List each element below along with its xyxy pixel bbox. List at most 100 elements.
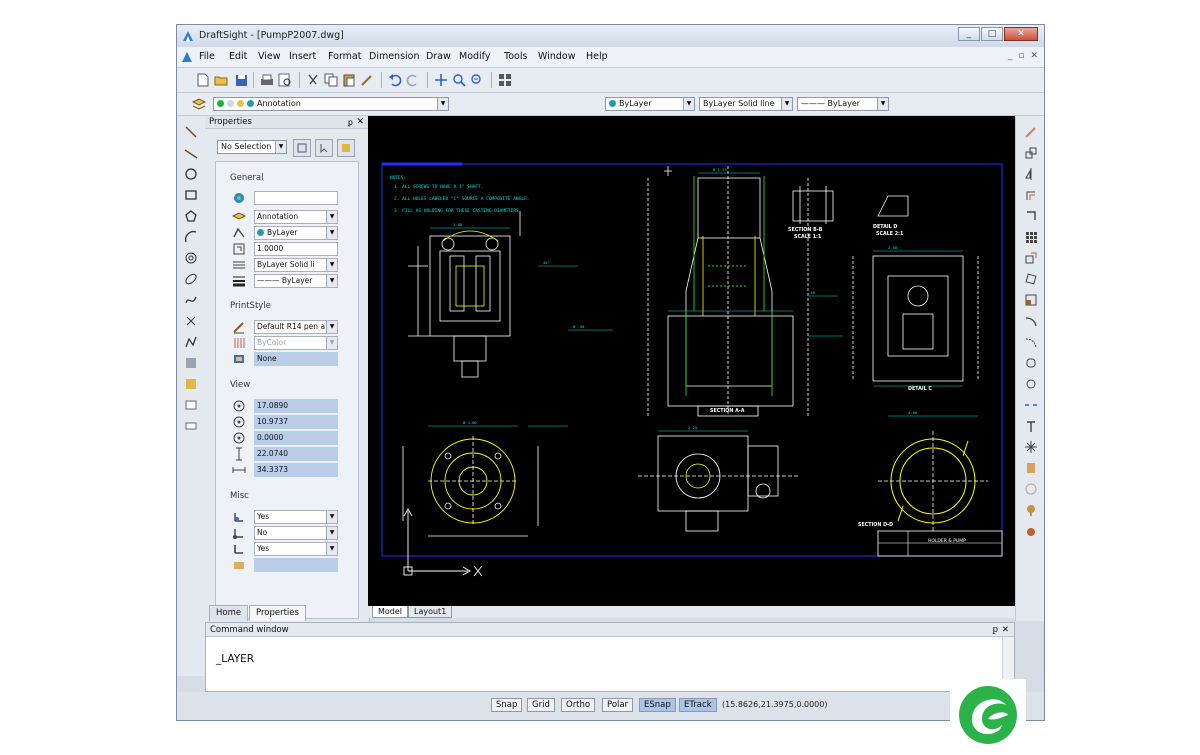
- fillet-icon[interactable]: [1023, 376, 1039, 392]
- circle-tool-icon[interactable]: [183, 166, 199, 182]
- color-combo[interactable]: ByLayer ▼: [605, 97, 695, 111]
- chevron-down-icon[interactable]: ▼: [437, 98, 448, 110]
- edit-spline-icon[interactable]: [1023, 523, 1039, 539]
- document-icon[interactable]: [181, 51, 193, 63]
- paste-icon[interactable]: [341, 72, 357, 88]
- polar-toggle[interactable]: Polar: [602, 698, 634, 712]
- property-printattached-value[interactable]: None: [254, 352, 338, 366]
- print-preview-icon[interactable]: [277, 72, 293, 88]
- doc-restore-button[interactable]: ▫: [1018, 51, 1024, 61]
- tab-properties[interactable]: Properties: [249, 605, 306, 621]
- grid-toggle[interactable]: Grid: [527, 698, 555, 712]
- menu-dimension[interactable]: Dimension: [369, 51, 420, 62]
- array-icon[interactable]: [1023, 229, 1039, 245]
- join-icon[interactable]: [1023, 439, 1039, 455]
- tab-model[interactable]: Model: [372, 606, 409, 618]
- misc-ucs-icon-on-value[interactable]: Yes ▼: [254, 510, 338, 524]
- move-icon[interactable]: [1023, 250, 1039, 266]
- break-icon[interactable]: [1023, 397, 1039, 413]
- chevron-down-icon[interactable]: ▼: [326, 321, 337, 333]
- match-properties-icon[interactable]: [359, 72, 375, 88]
- menu-file[interactable]: File: [199, 51, 215, 62]
- chevron-down-icon[interactable]: ▼: [275, 141, 286, 153]
- selection-combo[interactable]: No Selection ▼: [217, 140, 287, 154]
- property-color-value[interactable]: [254, 191, 338, 205]
- redo-icon[interactable]: [405, 72, 421, 88]
- doc-close-button[interactable]: ✕: [1030, 51, 1038, 61]
- quick-select-icon[interactable]: [293, 139, 311, 157]
- property-lineweight-value[interactable]: ——— ByLayer ▼: [254, 274, 338, 288]
- rotate-icon[interactable]: [1023, 271, 1039, 287]
- tab-home[interactable]: Home: [209, 605, 249, 621]
- table-tool-icon[interactable]: [183, 418, 199, 434]
- layer-manager-icon[interactable]: [191, 96, 207, 112]
- hatch-tool-icon[interactable]: [183, 355, 199, 371]
- menu-tools[interactable]: Tools: [504, 51, 527, 62]
- print-icon[interactable]: [259, 72, 275, 88]
- menu-window[interactable]: Window: [538, 51, 575, 62]
- donut-tool-icon[interactable]: [183, 250, 199, 266]
- view-center-x-value[interactable]: 17.0890: [254, 399, 338, 413]
- close-icon[interactable]: ✕: [1002, 623, 1009, 637]
- chevron-down-icon[interactable]: ▼: [683, 98, 694, 110]
- misc-ucs-name-value[interactable]: [254, 558, 338, 572]
- menu-draw[interactable]: Draw: [426, 51, 451, 62]
- rectangle-tool-icon[interactable]: [183, 187, 199, 203]
- text-tool-icon[interactable]: [183, 397, 199, 413]
- chevron-down-icon[interactable]: ▼: [877, 98, 888, 110]
- new-file-icon[interactable]: [195, 72, 211, 88]
- etrack-toggle[interactable]: ETrack: [679, 698, 717, 712]
- menu-edit[interactable]: Edit: [229, 51, 247, 62]
- copy-icon[interactable]: [323, 72, 339, 88]
- save-icon[interactable]: [233, 72, 249, 88]
- layer-combo[interactable]: Annotation ▼: [213, 97, 449, 111]
- minimize-button[interactable]: _: [958, 27, 980, 41]
- properties-grid-icon[interactable]: [497, 72, 513, 88]
- close-button[interactable]: ✕: [1004, 27, 1038, 41]
- chevron-down-icon[interactable]: ▼: [326, 211, 337, 223]
- misc-ucs-origin-value[interactable]: No ▼: [254, 526, 338, 540]
- arc-tool-icon[interactable]: [183, 229, 199, 245]
- chevron-down-icon[interactable]: ▼: [326, 275, 337, 287]
- drawing-canvas[interactable]: NOTES: 1. ALL SCREWS TO HAVE A 1" SHAFT.…: [368, 116, 1015, 606]
- pattern-icon[interactable]: [1023, 208, 1039, 224]
- zoom-window-icon[interactable]: [451, 72, 467, 88]
- pin-icon[interactable]: ꝑ: [348, 116, 353, 129]
- cut-icon[interactable]: [305, 72, 321, 88]
- chevron-down-icon[interactable]: ▼: [781, 98, 792, 110]
- linestyle-combo[interactable]: ByLayer Solid line ▼: [699, 97, 793, 111]
- doc-minimize-button[interactable]: _: [1008, 51, 1013, 61]
- polyline-tool-icon[interactable]: [183, 334, 199, 350]
- property-linetype-value[interactable]: ByLayer Solid li ▼: [254, 258, 338, 272]
- maximize-button[interactable]: □: [981, 27, 1003, 41]
- line-tool-icon[interactable]: [183, 124, 199, 140]
- property-linestyle-value[interactable]: ByLayer ▼: [254, 226, 338, 240]
- chevron-down-icon[interactable]: ▼: [326, 259, 337, 271]
- close-icon[interactable]: ✕: [356, 116, 364, 129]
- menu-insert[interactable]: Insert: [289, 51, 316, 62]
- view-height-value[interactable]: 22.0740: [254, 447, 338, 461]
- chevron-down-icon[interactable]: ▼: [326, 527, 337, 539]
- view-center-y-value[interactable]: 10.9737: [254, 415, 338, 429]
- property-layer-value[interactable]: Annotation ▼: [254, 210, 338, 224]
- undo-icon[interactable]: [387, 72, 403, 88]
- pin-icon[interactable]: ꝑ: [993, 623, 998, 637]
- edit-polyline-icon[interactable]: [1023, 502, 1039, 518]
- spline-tool-icon[interactable]: [183, 292, 199, 308]
- menu-view[interactable]: View: [258, 51, 281, 62]
- ellipse-tool-icon[interactable]: [183, 271, 199, 287]
- tab-layout1[interactable]: Layout1: [408, 606, 453, 618]
- view-center-z-value[interactable]: 0.0000: [254, 431, 338, 445]
- menu-modify[interactable]: Modify: [459, 51, 490, 62]
- view-width-value[interactable]: 34.3373: [254, 463, 338, 477]
- lengthen-icon[interactable]: [1023, 481, 1039, 497]
- copy-entity-icon[interactable]: [1023, 145, 1039, 161]
- snap-toggle[interactable]: Snap: [491, 698, 523, 712]
- point-tool-icon[interactable]: [183, 313, 199, 329]
- trim-icon[interactable]: [1023, 334, 1039, 350]
- chamfer-icon[interactable]: [1023, 460, 1039, 476]
- esnap-toggle[interactable]: ESnap: [639, 698, 676, 712]
- lineweight-combo[interactable]: ——— ByLayer ▼: [797, 97, 889, 111]
- infinite-line-tool-icon[interactable]: [183, 145, 199, 161]
- erase-icon[interactable]: [1023, 124, 1039, 140]
